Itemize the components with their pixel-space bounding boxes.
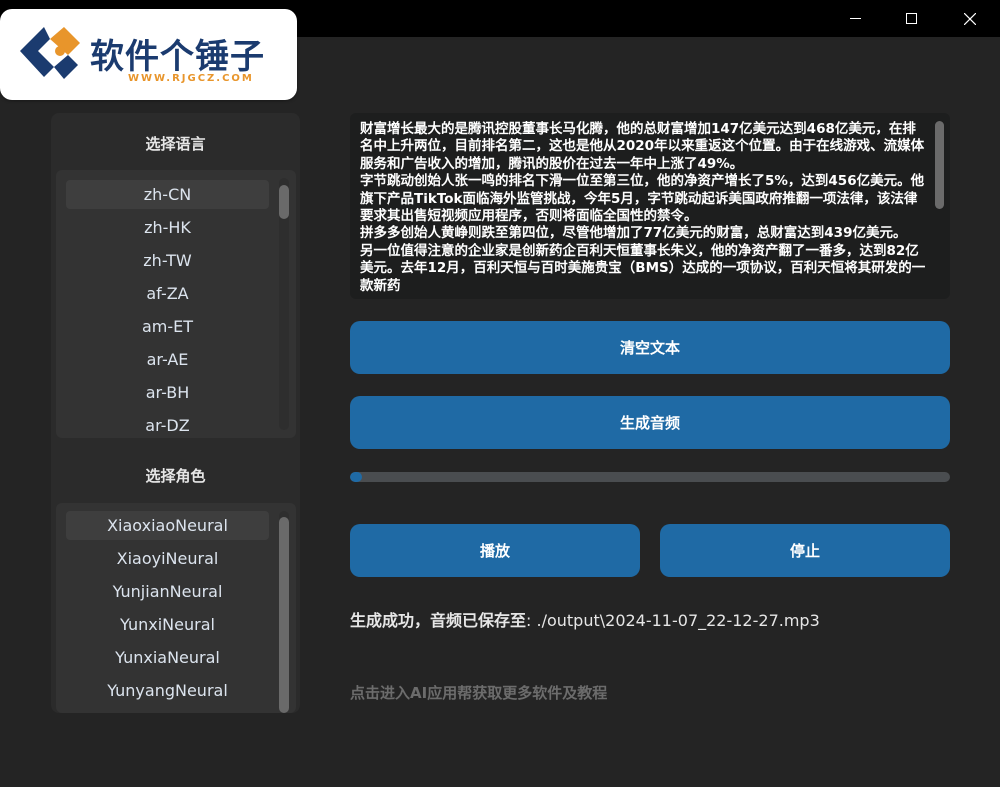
text-scrollbar[interactable] xyxy=(935,121,944,209)
language-item[interactable]: ar-BH xyxy=(66,378,269,407)
close-button[interactable] xyxy=(941,0,999,37)
language-section-title: 选择语言 xyxy=(145,135,206,153)
maximize-button[interactable] xyxy=(882,0,940,37)
language-list[interactable]: zh-CN zh-HK zh-TW af-ZA am-ET ar-AE ar-B… xyxy=(56,170,296,438)
role-item[interactable]: YunxiNeural xyxy=(66,610,269,639)
clear-text-button[interactable]: 清空文本 xyxy=(350,321,950,374)
text-input-content[interactable]: 财富增长最大的是腾讯控股董事长马化腾，他的总财富增加147亿美元达到468亿美元… xyxy=(360,121,926,295)
language-item[interactable]: af-ZA xyxy=(66,279,269,308)
progress-fill xyxy=(350,472,362,482)
status-lead: 生成成功，音频已保存至 xyxy=(350,611,527,630)
play-button[interactable]: 播放 xyxy=(350,524,640,577)
language-item[interactable]: ar-DZ xyxy=(66,411,269,438)
language-scroll-thumb[interactable] xyxy=(279,185,289,219)
role-section-title: 选择角色 xyxy=(145,467,206,485)
close-icon xyxy=(964,12,976,25)
selection-panel: 选择语言 zh-CN zh-HK zh-TW af-ZA am-ET ar-AE… xyxy=(51,113,300,713)
role-item[interactable]: YunxiaNeural xyxy=(66,643,269,672)
stop-button[interactable]: 停止 xyxy=(660,524,950,577)
language-item[interactable]: zh-HK xyxy=(66,213,269,242)
minimize-button[interactable] xyxy=(826,0,884,37)
role-item[interactable]: XiaoyiNeural xyxy=(66,544,269,573)
role-item[interactable]: YunyangNeural xyxy=(66,676,269,705)
maximize-icon xyxy=(905,13,917,24)
logo-brand-text: 软件个锤子 xyxy=(90,37,265,77)
role-scrollbar[interactable] xyxy=(279,511,289,713)
role-item[interactable]: YunjianNeural xyxy=(66,577,269,606)
status-message: 生成成功，音频已保存至: ./output\2024-11-07_22-12-2… xyxy=(350,607,820,631)
brand-logo: 软件个锤子 WWW.RJGCZ.COM xyxy=(0,9,297,100)
status-path: : ./output\2024-11-07_22-12-27.mp3 xyxy=(526,611,820,630)
language-item[interactable]: zh-TW xyxy=(66,246,269,275)
minimize-icon xyxy=(849,18,861,19)
progress-bar xyxy=(350,472,950,482)
language-item[interactable]: ar-AE xyxy=(66,345,269,374)
role-item[interactable]: XiaoxiaoNeural xyxy=(66,511,269,540)
logo-mark-icon xyxy=(20,27,80,79)
promo-link[interactable]: 点击进入AI应用帮获取更多软件及教程 xyxy=(350,682,607,703)
logo-url-text: WWW.RJGCZ.COM xyxy=(128,73,254,84)
role-list[interactable]: XiaoxiaoNeural XiaoyiNeural YunjianNeura… xyxy=(56,503,296,713)
generate-audio-button[interactable]: 生成音频 xyxy=(350,396,950,449)
role-scroll-thumb[interactable] xyxy=(279,517,289,713)
text-input-area[interactable]: 财富增长最大的是腾讯控股董事长马化腾，他的总财富增加147亿美元达到468亿美元… xyxy=(350,113,950,299)
language-scrollbar[interactable] xyxy=(279,178,289,430)
language-item[interactable]: am-ET xyxy=(66,312,269,341)
language-item[interactable]: zh-CN xyxy=(66,180,269,209)
